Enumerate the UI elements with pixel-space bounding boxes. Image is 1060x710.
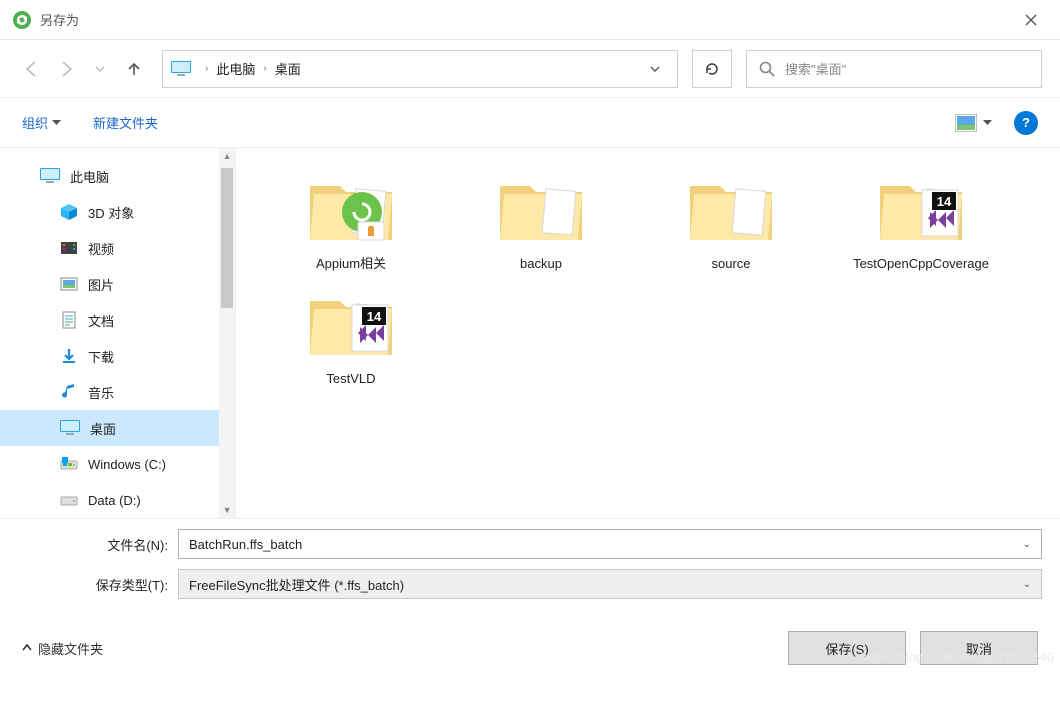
address-dropdown[interactable]	[639, 63, 671, 75]
tree-item[interactable]: 下载	[0, 338, 219, 374]
tree-item[interactable]: Windows (C:)	[0, 446, 219, 482]
image-icon	[60, 275, 78, 293]
tree-item-label: 视频	[88, 239, 114, 258]
drive-win-icon	[60, 455, 78, 473]
picture-icon	[955, 114, 977, 132]
tree-item-label: 文档	[88, 311, 114, 330]
forward-button[interactable]	[52, 55, 80, 83]
cube-icon	[60, 203, 78, 221]
chevron-down-icon[interactable]: ⌄	[1023, 539, 1031, 550]
scroll-thumb[interactable]	[221, 168, 233, 308]
video-icon	[60, 239, 78, 257]
filetype-select[interactable]: FreeFileSync批处理文件 (*.ffs_batch) ⌄	[178, 569, 1042, 599]
save-button[interactable]: 保存(S)	[788, 631, 906, 665]
file-list: Appium相关 backup source TestOpenCppCoverage T…	[236, 148, 1060, 518]
tree-item-label: 3D 对象	[88, 203, 134, 222]
new-folder-button[interactable]: 新建文件夹	[93, 113, 158, 132]
folder-label: source	[711, 256, 750, 273]
pc-icon	[40, 168, 60, 184]
tree-item-label: 音乐	[88, 383, 114, 402]
folder-label: backup	[520, 256, 562, 273]
nav-tree: 此电脑 3D 对象视频图片文档下载音乐桌面 Windows (C:) Data (D…	[0, 148, 219, 518]
toolbar: 组织 新建文件夹 ?	[0, 98, 1060, 148]
address-bar[interactable]: › 此电脑 › 桌面	[162, 50, 678, 88]
view-dropdown[interactable]	[955, 114, 992, 132]
hide-folders-toggle[interactable]: 隐藏文件夹	[22, 639, 103, 658]
breadcrumb-current[interactable]: 桌面	[271, 59, 305, 78]
chevron-down-icon	[983, 118, 992, 127]
folder-item[interactable]: TestVLD	[276, 283, 426, 388]
folder-label: TestVLD	[326, 371, 375, 388]
cancel-button[interactable]: 取消	[920, 631, 1038, 665]
tree-item[interactable]: 视频	[0, 230, 219, 266]
download-icon	[60, 347, 78, 365]
help-button[interactable]: ?	[1014, 111, 1038, 135]
desktop-icon	[60, 420, 80, 436]
recent-dropdown[interactable]	[86, 55, 114, 83]
up-button[interactable]	[120, 55, 148, 83]
tree-item[interactable]: 桌面	[0, 410, 219, 446]
chevron-down-icon[interactable]: ⌄	[1023, 579, 1031, 590]
save-fields: 文件名(N): BatchRun.ffs_batch ⌄ 保存类型(T): Fr…	[0, 518, 1060, 599]
music-icon	[60, 383, 78, 401]
folder-icon	[496, 168, 586, 248]
tree-item[interactable]: Data (D:)	[0, 482, 219, 518]
folder-item[interactable]: Appium相关	[276, 168, 426, 273]
scroll-down-icon[interactable]: ▼	[219, 502, 235, 518]
filename-input[interactable]: BatchRun.ffs_batch ⌄	[178, 529, 1042, 559]
pc-icon	[171, 61, 191, 77]
scroll-up-icon[interactable]: ▲	[219, 148, 235, 164]
filetype-label: 保存类型(T):	[18, 575, 178, 594]
footer: 隐藏文件夹 保存(S) 取消	[0, 609, 1060, 685]
tree-item[interactable]: 文档	[0, 302, 219, 338]
folder-item[interactable]: TestOpenCppCoverage	[846, 168, 996, 273]
folder-item[interactable]: source	[656, 168, 806, 273]
chevron-right-icon[interactable]: ›	[259, 63, 270, 74]
folder-icon	[876, 168, 966, 248]
breadcrumb-root[interactable]: 此电脑	[212, 59, 259, 78]
window-title: 另存为	[40, 10, 79, 29]
folder-icon	[306, 283, 396, 363]
tree-item-label: 桌面	[90, 419, 116, 438]
titlebar: 另存为	[0, 0, 1060, 40]
tree-scrollbar[interactable]: ▲ ▼	[219, 148, 235, 518]
nav-row: › 此电脑 › 桌面 搜索"桌面"	[0, 40, 1060, 98]
folder-label: Appium相关	[316, 256, 386, 273]
drive-icon	[60, 491, 78, 509]
search-box[interactable]: 搜索"桌面"	[746, 50, 1042, 88]
tree-item-label: 下载	[88, 347, 114, 366]
doc-icon	[60, 311, 78, 329]
tree-item[interactable]: 音乐	[0, 374, 219, 410]
body: 此电脑 3D 对象视频图片文档下载音乐桌面 Windows (C:) Data (D…	[0, 148, 1060, 518]
tree-item-label: Windows (C:)	[88, 457, 166, 472]
chevron-right-icon[interactable]: ›	[201, 63, 212, 74]
chevron-up-icon	[22, 643, 32, 653]
filename-label: 文件名(N):	[18, 535, 178, 554]
tree-item-label: Data (D:)	[88, 493, 141, 508]
refresh-button[interactable]	[692, 50, 732, 88]
app-icon	[12, 10, 32, 30]
tree-item[interactable]: 3D 对象	[0, 194, 219, 230]
folder-item[interactable]: backup	[466, 168, 616, 273]
organize-dropdown[interactable]: 组织	[22, 113, 61, 132]
tree-item[interactable]: 图片	[0, 266, 219, 302]
folder-icon	[306, 168, 396, 248]
tree-item-label: 图片	[88, 275, 114, 294]
search-placeholder: 搜索"桌面"	[785, 59, 846, 78]
folder-icon	[686, 168, 776, 248]
close-button[interactable]	[1008, 0, 1054, 40]
back-button[interactable]	[18, 55, 46, 83]
search-icon	[759, 61, 775, 77]
folder-label: TestOpenCppCoverage	[853, 256, 989, 273]
tree-root-thispc[interactable]: 此电脑	[0, 158, 219, 194]
